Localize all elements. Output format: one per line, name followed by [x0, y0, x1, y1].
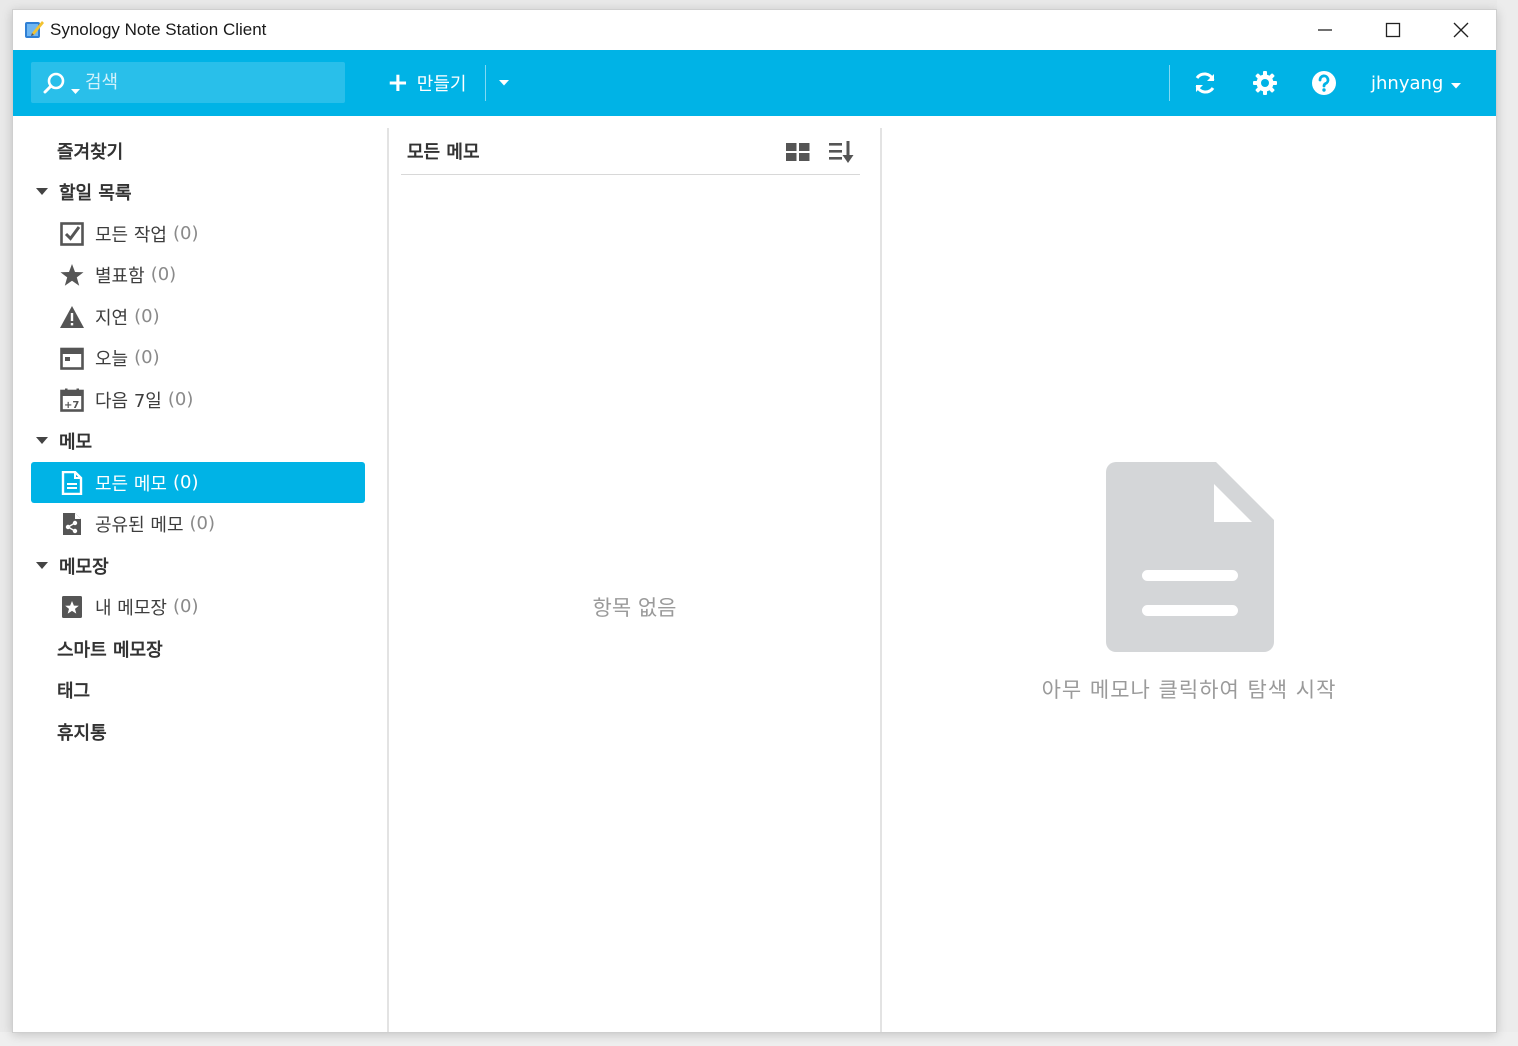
- notebook-star-icon: [59, 594, 85, 620]
- sidebar-item-trash[interactable]: 휴지통: [57, 711, 107, 752]
- maximize-button[interactable]: [1359, 10, 1427, 50]
- empty-list-message: 항목 없음: [592, 596, 677, 620]
- sidebar-item-tags[interactable]: 태그: [57, 669, 90, 710]
- search-input[interactable]: [85, 62, 335, 103]
- note-icon: [59, 470, 85, 496]
- sidebar-item-label: 태그: [57, 680, 91, 702]
- checkbox-icon: [59, 221, 85, 247]
- sidebar-group-label: 메모장: [59, 556, 109, 578]
- settings-button[interactable]: [1249, 67, 1281, 99]
- help-icon: [1312, 71, 1336, 95]
- collapse-triangle-icon: [36, 561, 48, 569]
- shared-note-icon: [59, 511, 85, 537]
- grid-view-icon: [786, 143, 810, 161]
- window-title: Synology Note Station Client: [50, 20, 267, 39]
- sidebar-item-count: (0): [172, 223, 199, 244]
- note-list-panel: 모든 메모 항목 없음: [389, 116, 880, 1032]
- toolbar-separator: [1169, 65, 1170, 101]
- sort-icon: [829, 141, 854, 163]
- content-area: 즐겨찾기 할일 목록 모든 작업 (0) 별표함 (0) 지연 (0) 오늘 (…: [13, 116, 1496, 1032]
- sidebar-group-label: 할일 목록: [59, 182, 132, 204]
- minimize-button[interactable]: [1291, 10, 1359, 50]
- create-label: 만들기: [416, 74, 467, 95]
- sidebar-item-label: 다음 7일: [95, 390, 162, 412]
- main-toolbar: + 만들기: [13, 50, 1496, 116]
- sidebar-item-count: (0): [167, 389, 194, 410]
- search-icon[interactable]: [43, 71, 67, 99]
- title-bar: Synology Note Station Client: [13, 10, 1496, 50]
- sidebar-group-memo[interactable]: 메모: [35, 420, 92, 461]
- sidebar-item-all-tasks[interactable]: 모든 작업 (0): [31, 213, 365, 254]
- help-button[interactable]: [1308, 67, 1340, 99]
- background-strip: [1497, 0, 1518, 1046]
- sidebar-item-label: 즐겨찾기: [57, 141, 124, 163]
- sort-button[interactable]: [827, 137, 857, 167]
- sidebar-item-shared-notes[interactable]: 공유된 메모 (0): [31, 503, 365, 544]
- sidebar-item-label: 모든 메모: [95, 473, 167, 495]
- refresh-button[interactable]: [1189, 67, 1221, 99]
- warning-icon: [59, 304, 85, 330]
- preview-hint-text: 아무 메모나 클릭하여 탐색 시작: [1041, 678, 1337, 702]
- minimize-icon: [1318, 29, 1332, 31]
- sidebar-item-overdue[interactable]: 지연 (0): [31, 296, 365, 337]
- sidebar-item-label: 내 메모장: [95, 597, 167, 619]
- star-icon: [59, 262, 85, 288]
- user-name: jhnyang: [1371, 72, 1444, 94]
- sidebar-group-notebooks[interactable]: 메모장: [35, 545, 109, 586]
- close-icon: [1453, 22, 1469, 38]
- sidebar-item-label: 공유된 메모: [95, 514, 184, 536]
- sidebar-item-count: (0): [189, 513, 216, 534]
- sidebar-item-label: 스마트 메모장: [57, 639, 163, 661]
- sidebar-item-all-notes[interactable]: 모든 메모 (0): [31, 462, 365, 503]
- create-separator: [485, 65, 486, 101]
- note-preview-panel: 아무 메모나 클릭하여 탐색 시작: [882, 116, 1496, 1032]
- chevron-down-icon: [499, 80, 509, 86]
- sidebar-item-today[interactable]: 오늘 (0): [31, 337, 365, 378]
- sidebar-item-count: (0): [134, 347, 160, 368]
- sidebar-item-next-7-days[interactable]: +7 다음 7일 (0): [31, 379, 365, 420]
- note-list-title: 모든 메모: [407, 142, 480, 163]
- sidebar-item-starred[interactable]: 별표함 (0): [31, 254, 365, 295]
- sidebar-item-count: (0): [134, 306, 160, 327]
- sidebar-item-count: (0): [150, 264, 177, 285]
- document-placeholder-icon: [1106, 462, 1274, 658]
- sidebar-item-count: (0): [172, 472, 199, 493]
- note-station-app-icon: [23, 18, 45, 40]
- plus-icon: +: [387, 68, 409, 98]
- sidebar-item-smart-notebooks[interactable]: 스마트 메모장: [57, 628, 163, 669]
- sidebar-item-label: 휴지통: [57, 722, 107, 744]
- chevron-down-icon: [1451, 73, 1462, 94]
- sidebar-group-label: 메모: [59, 431, 93, 453]
- collapse-triangle-icon: [36, 436, 48, 444]
- app-window: Synology Note Station Client + 만들기: [12, 9, 1497, 1033]
- close-button[interactable]: [1427, 10, 1495, 50]
- background-footer: [0, 1032, 1518, 1046]
- search-options-caret-icon[interactable]: [71, 80, 80, 99]
- sidebar-group-todo[interactable]: 할일 목록: [35, 171, 132, 212]
- sidebar-item-label: 별표함: [95, 265, 145, 287]
- note-list-header: 모든 메모: [401, 128, 860, 175]
- collapse-triangle-icon: [36, 187, 48, 195]
- sidebar-item-label: 모든 작업: [95, 224, 167, 246]
- maximize-icon: [1385, 22, 1401, 38]
- create-dropdown-button[interactable]: [493, 64, 515, 102]
- sidebar-item-count: (0): [172, 596, 199, 617]
- calendar-icon: [59, 345, 85, 371]
- search-box[interactable]: [31, 62, 345, 103]
- gear-icon: [1253, 71, 1277, 95]
- grid-view-button[interactable]: [784, 138, 812, 166]
- svg-text:+7: +7: [64, 400, 79, 411]
- sidebar-item-label: 오늘: [95, 348, 129, 370]
- user-menu[interactable]: jhnyang: [1371, 64, 1462, 102]
- sidebar-item-label: 지연: [95, 307, 129, 329]
- create-button[interactable]: + 만들기: [381, 64, 472, 102]
- refresh-icon: [1195, 72, 1215, 94]
- sidebar-item-my-notebook[interactable]: 내 메모장 (0): [31, 586, 365, 627]
- sidebar-item-favorites[interactable]: 즐겨찾기: [57, 130, 123, 171]
- sidebar: 즐겨찾기 할일 목록 모든 작업 (0) 별표함 (0) 지연 (0) 오늘 (…: [13, 116, 387, 1032]
- calendar-plus7-icon: +7: [59, 387, 85, 413]
